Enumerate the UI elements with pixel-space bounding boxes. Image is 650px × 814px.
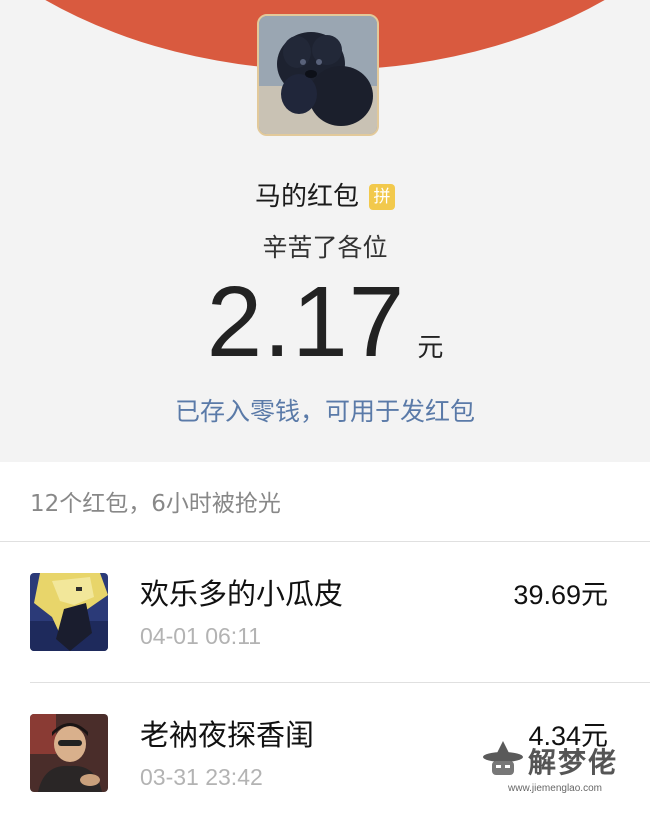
packet-summary: 12个红包，6小时被抢光	[30, 491, 281, 517]
record-name: 欢乐多的小瓜皮	[140, 577, 344, 611]
red-packet-header: 马的红包拼 辛苦了各位 2.17 元 已存入零钱，可用于发红包	[0, 0, 650, 462]
received-amount: 2.17 元	[0, 272, 650, 372]
record-name: 老衲夜探香闺	[140, 718, 315, 752]
record-time: 03-31 23:42	[140, 764, 263, 790]
record-amount: 39.69元	[513, 580, 608, 610]
pin-badge-icon: 拼	[369, 184, 395, 210]
person-photo-avatar-icon	[30, 714, 108, 792]
watermark-url: www.jiemenglao.com	[508, 783, 602, 794]
sender-title-row: 马的红包拼	[0, 176, 650, 213]
greeting-message: 辛苦了各位	[262, 233, 388, 262]
watermark-title: 解梦佬	[528, 746, 619, 779]
saved-to-wallet-link[interactable]: 已存入零钱，可用于发红包	[0, 392, 650, 428]
amount-value: 2.17	[206, 266, 406, 378]
dog-photo-icon	[259, 16, 377, 134]
amount-unit: 元	[417, 333, 444, 363]
sender-avatar[interactable]	[257, 14, 379, 136]
record-row[interactable]: 欢乐多的小瓜皮 04-01 06:11 39.69元	[0, 541, 650, 673]
record-time: 04-01 06:11	[140, 623, 262, 649]
record-avatar[interactable]	[30, 714, 108, 792]
sender-name: 马的红包	[254, 182, 359, 212]
anime-character-avatar-icon	[30, 573, 108, 651]
wizard-hat-logo-icon	[483, 741, 523, 775]
site-watermark: 解梦佬 www.jiemenglao.com	[480, 739, 630, 799]
record-avatar[interactable]	[30, 573, 108, 651]
